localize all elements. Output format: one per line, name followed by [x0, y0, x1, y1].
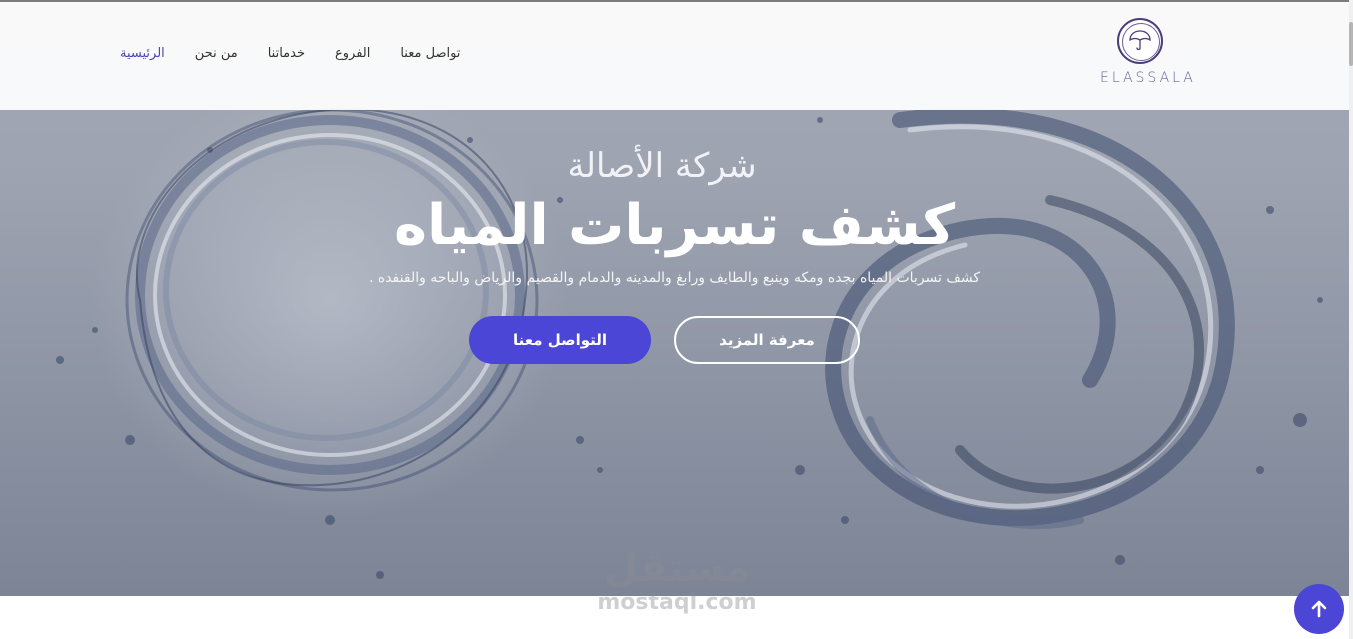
- umbrella-icon: [1117, 18, 1163, 64]
- brand-name: ELASSALA: [1100, 70, 1196, 86]
- watermark-latin: mostaql.com: [597, 590, 757, 615]
- mostaql-watermark: مستقل mostaql.com: [594, 546, 760, 626]
- hero-content: شركة الأصالة كشف تسربات المياه كشف تسربا…: [0, 110, 1349, 596]
- nav-item-services[interactable]: خدماتنا: [268, 46, 305, 61]
- watermark-arabic: مستقل: [603, 545, 751, 591]
- brand-logo[interactable]: ELASSALA: [1100, 16, 1196, 96]
- hero-headline: كشف تسربات المياه: [393, 193, 956, 258]
- window-top-border: [0, 0, 1353, 2]
- contact-us-button[interactable]: التواصل معنا: [469, 316, 651, 364]
- scrollbar-thumb[interactable]: [1349, 22, 1353, 66]
- company-name: شركة الأصالة: [567, 146, 757, 186]
- page-scrollbar[interactable]: [1349, 0, 1353, 639]
- main-navigation: الرئيسية من نحن خدماتنا الفروع تواصل معن…: [120, 46, 460, 61]
- arrow-up-icon: [1311, 600, 1327, 618]
- scroll-to-top-button[interactable]: [1294, 584, 1344, 634]
- nav-item-about[interactable]: من نحن: [195, 46, 238, 61]
- learn-more-button[interactable]: معرفة المزيد: [674, 316, 860, 364]
- hero-subtitle: كشف تسربات المياه بجده ومكه وينبع والطاي…: [368, 270, 981, 286]
- nav-item-branches[interactable]: الفروع: [335, 46, 370, 61]
- nav-item-home[interactable]: الرئيسية: [120, 46, 165, 61]
- nav-item-contact[interactable]: تواصل معنا: [400, 46, 460, 61]
- navbar: ELASSALA الرئيسية من نحن خدماتنا الفروع …: [0, 2, 1349, 110]
